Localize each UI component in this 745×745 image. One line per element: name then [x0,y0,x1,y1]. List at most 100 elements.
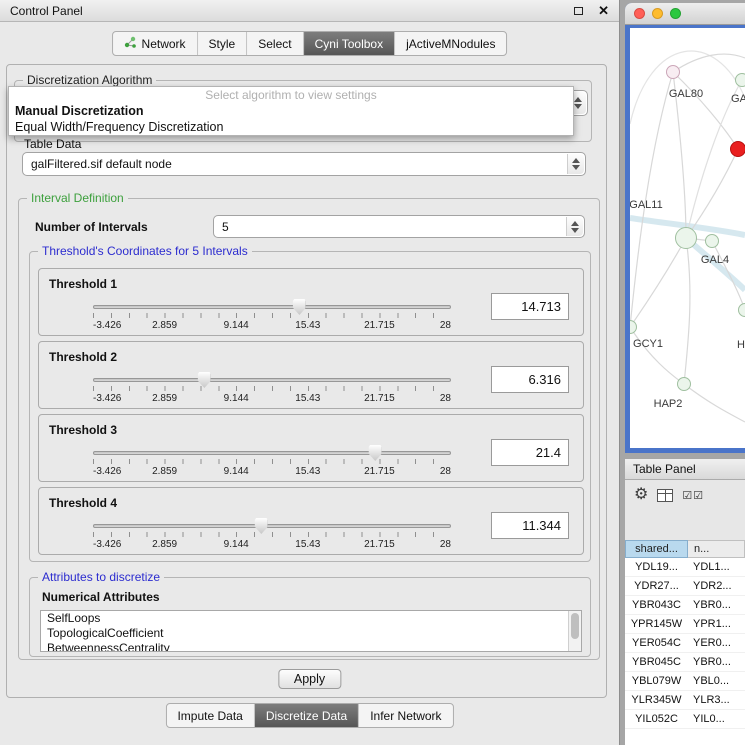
table-cell[interactable]: YIL0... [688,710,745,728]
select-columns-icon[interactable]: ☑☑ [682,489,704,502]
tab-label: Cyni Toolbox [315,37,383,51]
table-rows: YDL19... YDL1... YDR27... YDR2... YBR043… [625,558,745,745]
table-cell[interactable]: YDL1... [688,558,745,576]
scale-label: 9.144 [224,393,249,404]
threshold-slider[interactable]: -3.426 2.859 9.144 15.43 21.715 28 [93,524,451,551]
dropdown-option-equal-width[interactable]: Equal Width/Frequency Discretization [9,120,573,136]
scale-label: -3.426 [93,393,121,404]
list-item[interactable]: SelfLoops [41,611,581,626]
table-cell[interactable]: YBR045C [625,653,688,671]
table-row[interactable]: YIL052C YIL0... [625,710,745,729]
network-node[interactable] [705,234,719,248]
table-cell[interactable]: YLR3... [688,691,745,709]
table-row[interactable]: YBR045C YBR0... [625,653,745,672]
scale-label: 9.144 [224,320,249,331]
apply-button[interactable]: Apply [278,669,341,689]
control-panel-tabs: Network Style Select Cyni Toolbox jActiv… [112,31,508,56]
slider-track[interactable] [93,378,451,382]
number-of-intervals-value: 5 [222,220,229,234]
network-canvas[interactable]: GAL80 GA GAL11 GAL4 GCY1 H HAP2 [630,28,745,448]
network-node[interactable] [677,377,691,391]
table-data-combobox[interactable]: galFiltered.sif default node [22,152,586,176]
tab-impute-data[interactable]: Impute Data [166,704,253,727]
scale-label: -3.426 [93,539,121,550]
node-label: HAP2 [654,398,683,410]
scale-label: 28 [440,539,451,550]
scale-label: 15.43 [295,539,320,550]
zoom-traffic-light-icon[interactable] [670,8,681,19]
table-row[interactable]: YPR145W YPR1... [625,615,745,634]
slider-track[interactable] [93,305,451,309]
scale-label: 21.715 [364,466,395,477]
table-panel-header: Table Panel [625,458,745,480]
table-cell[interactable]: YBR0... [688,653,745,671]
scale-label: 21.715 [364,320,395,331]
table-cell[interactable]: YBL0... [688,672,745,690]
table-cell[interactable]: YPR145W [625,615,688,633]
network-node[interactable] [735,73,745,87]
list-item[interactable]: TopologicalCoefficient [41,626,581,641]
threshold-value-field[interactable]: 11.344 [491,512,569,539]
list-item[interactable]: BetweennessCentrality [41,641,581,652]
threshold-value-field[interactable]: 6.316 [491,366,569,393]
combo-stepper-icon[interactable] [566,217,583,236]
dropdown-placeholder-option[interactable]: Select algorithm to view settings [9,88,573,104]
table-cell[interactable]: YDL19... [625,558,688,576]
threshold-slider[interactable]: -3.426 2.859 9.144 15.43 21.715 28 [93,305,451,332]
thresholds-group: Threshold's Coordinates for 5 Intervals … [29,251,591,562]
threshold-slider[interactable]: -3.426 2.859 9.144 15.43 21.715 28 [93,378,451,405]
table-cell[interactable]: YBR043C [625,596,688,614]
list-scrollbar[interactable] [568,611,581,651]
slider-track[interactable] [93,524,451,528]
table-cell[interactable]: YBL079W [625,672,688,690]
network-node[interactable] [675,227,697,249]
tab-jactivemnodules[interactable]: jActiveMNodules [394,32,506,55]
table-row[interactable]: YBR043C YBR0... [625,596,745,615]
table-cell[interactable]: YDR2... [688,577,745,595]
table-cell[interactable]: YLR345W [625,691,688,709]
numerical-attributes-label: Numerical Attributes [42,590,160,604]
table-row[interactable]: YLR345W YLR3... [625,691,745,710]
threshold-label: Threshold 2 [49,350,117,364]
table-row[interactable]: YDL19... YDL1... [625,558,745,577]
table-cell[interactable]: YBR0... [688,596,745,614]
columns-icon[interactable] [657,489,673,502]
table-cell[interactable]: YPR1... [688,615,745,633]
column-header-name[interactable]: n... [688,540,745,558]
table-cell[interactable]: YDR27... [625,577,688,595]
number-of-intervals-combobox[interactable]: 5 [213,215,585,238]
close-icon[interactable]: ✕ [598,4,609,17]
table-row[interactable]: YER054C YER0... [625,634,745,653]
minimize-traffic-light-icon[interactable] [652,8,663,19]
scale-label: 9.144 [224,466,249,477]
close-traffic-light-icon[interactable] [634,8,645,19]
threshold-value-field[interactable]: 14.713 [491,293,569,320]
threshold-value-field[interactable]: 21.4 [491,439,569,466]
table-cell[interactable]: YER0... [688,634,745,652]
column-header-shared-name[interactable]: shared... [625,540,688,558]
slider-track[interactable] [93,451,451,455]
tab-select[interactable]: Select [246,32,302,55]
slider-ticks [93,459,451,464]
table-row[interactable]: YDR27... YDR2... [625,577,745,596]
float-window-icon[interactable] [574,7,583,15]
gear-icon[interactable]: ⚙ [634,487,648,503]
tab-style[interactable]: Style [197,32,247,55]
network-node-selected[interactable] [730,141,745,157]
tab-cyni-toolbox[interactable]: Cyni Toolbox [303,32,394,55]
table-row[interactable]: YBL079W YBL0... [625,672,745,691]
scale-label: 15.43 [295,320,320,331]
tab-discretize-data[interactable]: Discretize Data [254,704,358,727]
scale-label: 2.859 [152,393,177,404]
network-node[interactable] [666,65,680,79]
tab-network[interactable]: Network [113,32,197,55]
table-cell[interactable]: YIL052C [625,710,688,728]
table-cell[interactable]: YER054C [625,634,688,652]
tab-infer-network[interactable]: Infer Network [358,704,452,727]
window-title: Control Panel [10,4,574,18]
network-node[interactable] [738,303,745,317]
dropdown-option-manual-discretization[interactable]: Manual Discretization [9,104,573,120]
threshold-slider[interactable]: -3.426 2.859 9.144 15.43 21.715 28 [93,451,451,478]
combo-stepper-icon[interactable] [567,154,584,174]
scrollbar-thumb[interactable] [571,613,579,639]
